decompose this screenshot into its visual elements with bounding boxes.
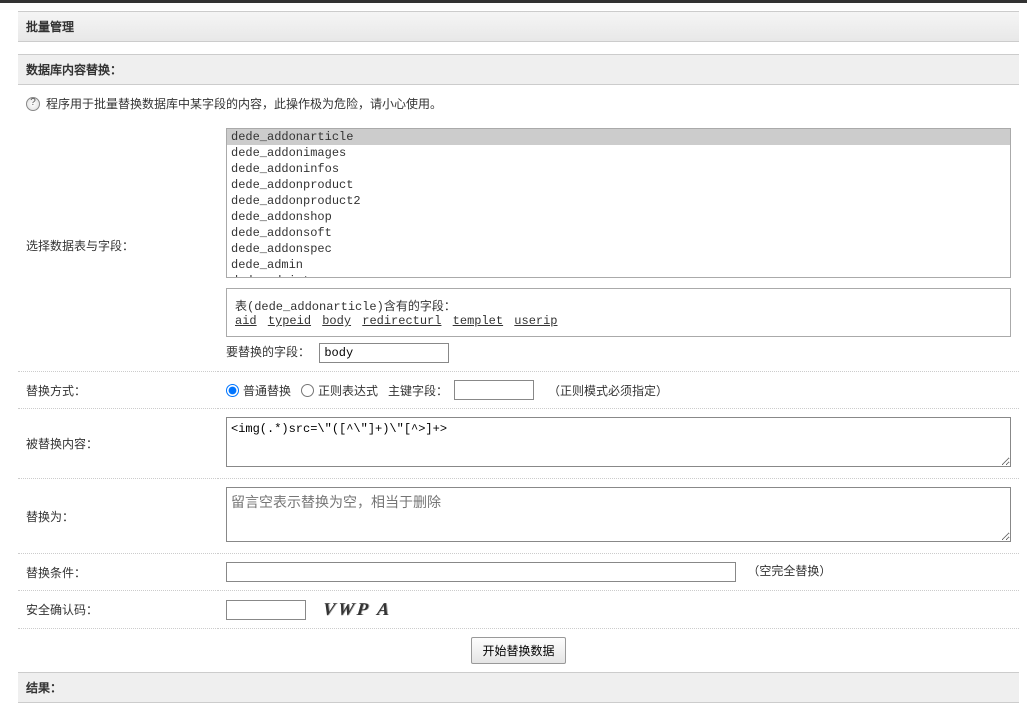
table-select[interactable]: dede_addonarticledede_addonimagesdede_ad… xyxy=(226,128,1011,278)
help-icon xyxy=(26,97,40,111)
field-link[interactable]: body xyxy=(322,314,351,328)
radio-regex-label[interactable]: 正则表达式 xyxy=(301,382,378,399)
radio-normal-label[interactable]: 普通替换 xyxy=(226,382,291,399)
label-replace-field: 要替换的字段： xyxy=(226,345,310,359)
field-link[interactable]: aid xyxy=(235,314,257,328)
field-link[interactable]: userip xyxy=(514,314,557,328)
field-panel: 表(dede_addonarticle)含有的字段： aid typeid bo… xyxy=(226,288,1011,337)
captcha-image[interactable]: VWP A xyxy=(322,599,393,620)
replace-field-input[interactable] xyxy=(319,343,449,363)
table-option[interactable]: dede_admin xyxy=(227,257,1010,273)
label-select-table: 选择数据表与字段： xyxy=(18,120,218,372)
table-option[interactable]: dede_addonimages xyxy=(227,145,1010,161)
submit-button[interactable]: 开始替换数据 xyxy=(471,637,565,664)
captcha-input[interactable] xyxy=(226,600,306,620)
field-link[interactable]: redirecturl xyxy=(362,314,441,328)
table-option[interactable]: dede_addoninfos xyxy=(227,161,1010,177)
radio-regex[interactable] xyxy=(301,384,314,397)
section-header-replace: 数据库内容替换： xyxy=(18,54,1019,85)
regex-hint: （正则模式必须指定） xyxy=(548,382,668,399)
warning-text: 程序用于批量替换数据库中某字段的内容，此操作极为危险，请小心使用。 xyxy=(46,95,442,112)
table-option[interactable]: dede_addonproduct2 xyxy=(227,193,1010,209)
replace-to-textarea[interactable] xyxy=(226,487,1011,542)
cond-hint: （空完全替换） xyxy=(747,564,831,578)
field-link[interactable]: templet xyxy=(453,314,503,328)
table-option[interactable]: dede_addonsoft xyxy=(227,225,1010,241)
label-replace-to: 替换为： xyxy=(18,479,218,554)
replaced-content-textarea[interactable] xyxy=(226,417,1011,467)
field-panel-title: 表(dede_addonarticle)含有的字段： xyxy=(235,297,1002,314)
label-replace-mode: 替换方式： xyxy=(18,372,218,409)
pk-input[interactable] xyxy=(454,380,534,400)
section-header-result: 结果： xyxy=(18,672,1019,703)
page-title: 批量管理 xyxy=(18,11,1019,42)
table-option[interactable]: dede_addonproduct xyxy=(227,177,1010,193)
label-pk: 主键字段： xyxy=(388,382,448,399)
table-option[interactable]: dede_addonshop xyxy=(227,209,1010,225)
label-captcha: 安全确认码： xyxy=(18,591,218,629)
replace-cond-input[interactable] xyxy=(226,562,736,582)
label-replace-cond: 替换条件： xyxy=(18,554,218,591)
table-option[interactable]: dede_addonarticle xyxy=(227,129,1010,145)
label-replaced-content: 被替换内容： xyxy=(18,409,218,479)
table-option[interactable]: dede_addonspec xyxy=(227,241,1010,257)
field-link[interactable]: typeid xyxy=(268,314,311,328)
radio-normal[interactable] xyxy=(226,384,239,397)
